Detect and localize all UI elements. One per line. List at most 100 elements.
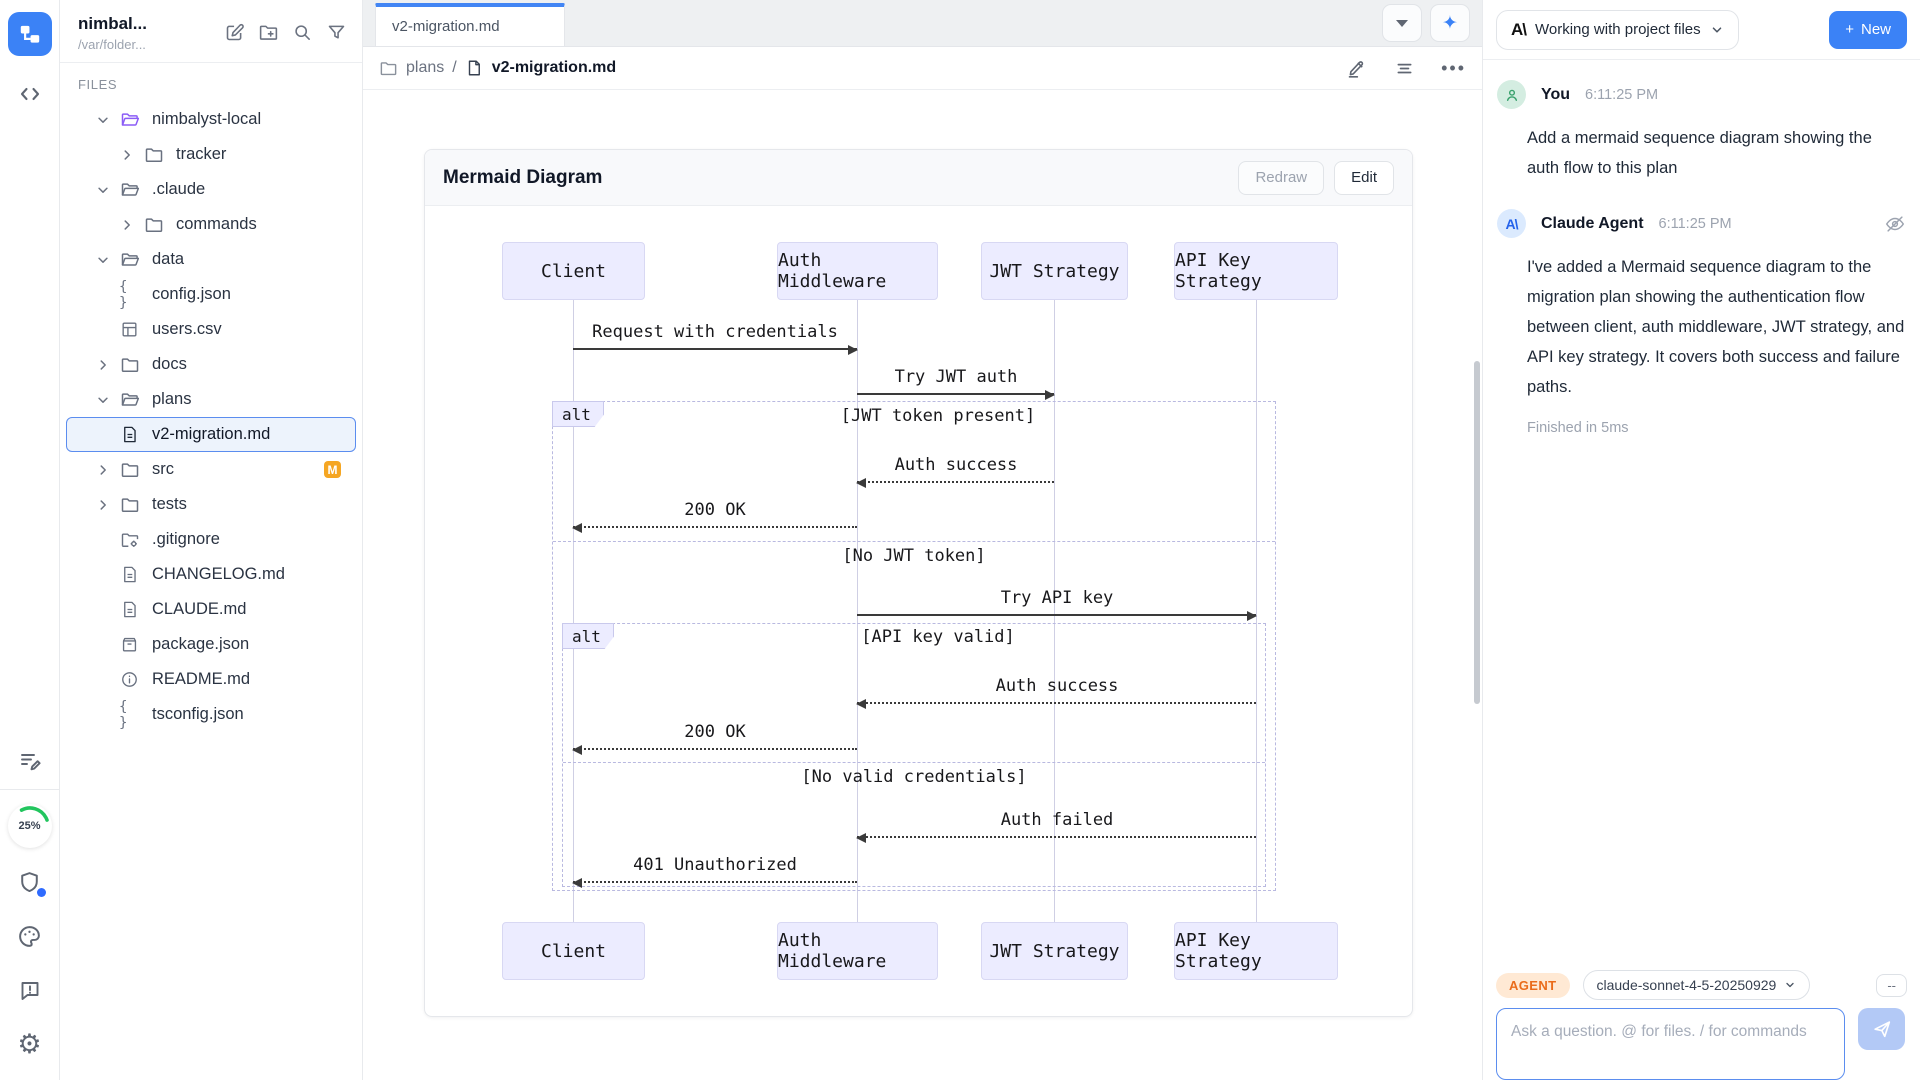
new-tab-ai-button[interactable]: ✦ bbox=[1430, 4, 1470, 42]
usage-gauge[interactable]: 25% bbox=[8, 804, 52, 848]
context-label: Working with project files bbox=[1535, 21, 1701, 38]
chevron-placeholder bbox=[95, 602, 111, 618]
message-label: Try JWT auth bbox=[895, 367, 1018, 387]
filter-icon[interactable] bbox=[324, 20, 348, 44]
folder-open-icon bbox=[119, 179, 140, 200]
file-icon bbox=[119, 424, 140, 445]
info-icon bbox=[119, 669, 140, 690]
editor-content: Mermaid Diagram Redraw Edit Client Auth … bbox=[363, 90, 1482, 1080]
tab-v2-migration-md[interactable]: v2-migration.md bbox=[375, 3, 565, 46]
editor-scrollbar-thumb[interactable] bbox=[1474, 361, 1480, 704]
alt-divider bbox=[563, 762, 1265, 763]
tree-item-tests[interactable]: tests bbox=[66, 487, 356, 522]
chevron-right-icon[interactable] bbox=[95, 357, 111, 373]
chevron-down-icon[interactable] bbox=[95, 112, 111, 128]
tree-item-package-json[interactable]: package.json bbox=[66, 627, 356, 662]
workspace-logo-icon[interactable] bbox=[8, 12, 52, 56]
chevron-right-icon[interactable] bbox=[95, 462, 111, 478]
notes-edit-icon[interactable] bbox=[10, 741, 50, 781]
agent-avatar: A\ bbox=[1497, 209, 1526, 238]
chat-message-agent: A\ Claude Agent 6:11:25 PM I've added a … bbox=[1497, 209, 1906, 436]
modified-badge: M bbox=[324, 461, 341, 478]
chevron-placeholder bbox=[95, 707, 111, 723]
arrowhead-left bbox=[572, 878, 582, 888]
chevron-down-icon bbox=[1710, 23, 1724, 37]
settings-gear-icon[interactable]: ⚙ bbox=[10, 1024, 50, 1064]
send-button[interactable] bbox=[1858, 1008, 1905, 1050]
tree-item-tracker[interactable]: tracker bbox=[66, 137, 356, 172]
arrowhead-right bbox=[848, 345, 858, 355]
tree-item-nimbalyst-local[interactable]: nimbalyst-local bbox=[66, 102, 356, 137]
collapse-button[interactable]: -- bbox=[1876, 974, 1907, 997]
tree-item-users-csv[interactable]: users.csv bbox=[66, 312, 356, 347]
outline-list-icon[interactable] bbox=[1393, 57, 1415, 79]
tree-item-plans[interactable]: plans bbox=[66, 382, 356, 417]
tree-item-data[interactable]: data bbox=[66, 242, 356, 277]
message-text: I've added a Mermaid sequence diagram to… bbox=[1527, 252, 1906, 402]
tree-item-claude-folder[interactable]: .claude bbox=[66, 172, 356, 207]
arrowhead-left bbox=[856, 478, 866, 488]
guard-api-key-valid: [API key valid] bbox=[861, 627, 1015, 647]
compose-icon[interactable] bbox=[222, 20, 246, 44]
message-label: Auth failed bbox=[1001, 810, 1114, 830]
rail-divider bbox=[0, 789, 60, 790]
hide-message-icon[interactable] bbox=[1884, 213, 1906, 235]
arrowhead-left bbox=[572, 745, 582, 755]
folder-icon bbox=[119, 459, 140, 480]
sequence-diagram: Client Auth Middleware JWT Strategy API … bbox=[425, 206, 1412, 1017]
security-shield-icon[interactable] bbox=[10, 862, 50, 902]
participant-jwt-strategy-bottom: JWT Strategy bbox=[981, 922, 1128, 980]
tree-item-config-json[interactable]: { } config.json bbox=[66, 277, 356, 312]
alt-frame-inner: alt bbox=[562, 623, 1266, 887]
participant-client-bottom: Client bbox=[502, 922, 645, 980]
breadcrumb-separator: / bbox=[452, 59, 456, 77]
file-explorer: nimbal... /var/folder... FILES nimbalyst… bbox=[60, 0, 363, 1080]
message-arrow bbox=[573, 348, 857, 350]
tree-item-docs[interactable]: docs bbox=[66, 347, 356, 382]
json-braces-icon: { } bbox=[119, 284, 140, 305]
message-arrow-dashed bbox=[573, 526, 857, 528]
chat-messages: You 6:11:25 PM Add a mermaid sequence di… bbox=[1483, 60, 1920, 960]
pen-icon[interactable] bbox=[1345, 57, 1367, 79]
chevron-right-icon[interactable] bbox=[119, 147, 135, 163]
tree-item-commands[interactable]: commands bbox=[66, 207, 356, 242]
feedback-icon[interactable] bbox=[10, 970, 50, 1010]
tree-item-claude-md[interactable]: CLAUDE.md bbox=[66, 592, 356, 627]
theme-palette-icon[interactable] bbox=[10, 916, 50, 956]
edit-button[interactable]: Edit bbox=[1334, 161, 1394, 195]
new-chat-button[interactable]: + New bbox=[1829, 11, 1907, 49]
model-selector[interactable]: claude-sonnet-4-5-20250929 bbox=[1583, 970, 1811, 1000]
redraw-button[interactable]: Redraw bbox=[1238, 161, 1324, 195]
new-folder-icon[interactable] bbox=[256, 20, 280, 44]
message-status: Finished in 5ms bbox=[1527, 420, 1906, 436]
message-label: 401 Unauthorized bbox=[633, 855, 797, 875]
message-author: You bbox=[1541, 86, 1570, 104]
message-arrow-dashed bbox=[573, 881, 857, 883]
context-selector[interactable]: A\ Working with project files bbox=[1496, 10, 1739, 50]
breadcrumb-file[interactable]: v2-migration.md bbox=[492, 59, 616, 77]
alt-label: alt bbox=[562, 623, 614, 649]
chevron-down-icon[interactable] bbox=[95, 392, 111, 408]
tree-item-v2-migration-md[interactable]: v2-migration.md bbox=[66, 417, 356, 452]
search-icon[interactable] bbox=[290, 20, 314, 44]
chevron-right-icon[interactable] bbox=[95, 497, 111, 513]
code-panel-icon[interactable] bbox=[10, 74, 50, 114]
participant-api-key-strategy: API Key Strategy bbox=[1174, 242, 1338, 300]
chevron-right-icon[interactable] bbox=[119, 217, 135, 233]
chevron-down-icon[interactable] bbox=[95, 252, 111, 268]
chevron-down-icon bbox=[1784, 979, 1796, 991]
chevron-down-icon[interactable] bbox=[95, 182, 111, 198]
tab-list-dropdown-button[interactable] bbox=[1382, 4, 1422, 42]
tree-item-changelog-md[interactable]: CHANGELOG.md bbox=[66, 557, 356, 592]
icon-rail: 25% ⚙ bbox=[0, 0, 60, 1080]
json-braces-icon: { } bbox=[119, 704, 140, 725]
mermaid-card: Mermaid Diagram Redraw Edit Client Auth … bbox=[424, 149, 1413, 1017]
chat-input[interactable] bbox=[1496, 1008, 1845, 1080]
tree-item-src[interactable]: src M bbox=[66, 452, 356, 487]
tree-item-gitignore[interactable]: .gitignore bbox=[66, 522, 356, 557]
tree-item-tsconfig-json[interactable]: { } tsconfig.json bbox=[66, 697, 356, 732]
files-section-label: FILES bbox=[60, 63, 362, 100]
more-options-icon[interactable]: ••• bbox=[1441, 58, 1466, 79]
breadcrumb-folder[interactable]: plans bbox=[406, 59, 444, 77]
tree-item-readme-md[interactable]: README.md bbox=[66, 662, 356, 697]
